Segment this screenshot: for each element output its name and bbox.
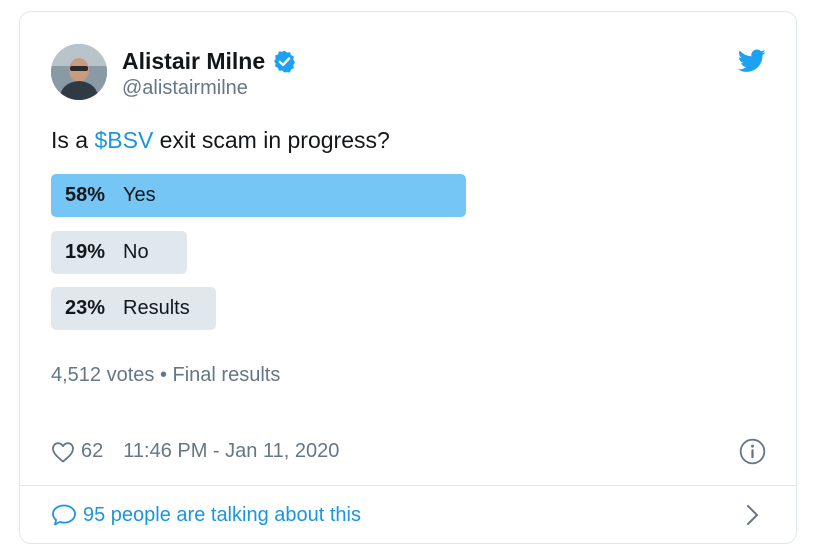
heart-icon[interactable]	[51, 441, 75, 463]
poll-option: 58% Yes	[51, 174, 467, 217]
poll-summary: 4,512 votes • Final results	[51, 364, 281, 386]
poll-option: 19% No	[51, 231, 188, 274]
conversation-link[interactable]: 95 people are talking about this	[51, 503, 361, 527]
author-handle[interactable]: @alistairmilne	[122, 77, 248, 100]
question-prefix: Is a	[51, 127, 95, 153]
like-count[interactable]: 62	[81, 440, 103, 463]
tweet-timestamp[interactable]: 11:46 PM - Jan 11, 2020	[123, 440, 339, 463]
conversation-label[interactable]: 95 people are talking about this	[83, 504, 361, 527]
tweet-stats: 62 11:46 PM - Jan 11, 2020	[51, 440, 339, 463]
tweet-text: Is a $BSV exit scam in progress?	[51, 127, 390, 154]
divider	[20, 485, 796, 486]
poll-option-label: Results	[123, 297, 190, 319]
speech-bubble-icon	[52, 504, 76, 526]
verified-badge-icon	[274, 50, 296, 73]
tweet-card[interactable]: Alistair Milne @alistairmilne Is a $BSV …	[19, 11, 797, 544]
chevron-right-icon[interactable]	[746, 504, 760, 526]
avatar-image	[51, 44, 107, 100]
poll-option: 23% Results	[51, 287, 216, 330]
avatar[interactable]	[51, 44, 107, 100]
info-icon[interactable]	[739, 438, 766, 465]
twitter-bird-icon[interactable]	[738, 49, 766, 73]
author-name-row: Alistair Milne	[122, 48, 297, 75]
poll-option-percent: 23%	[65, 297, 106, 319]
cashtag-link[interactable]: $BSV	[94, 127, 153, 153]
poll-option-label: Yes	[123, 184, 156, 206]
author-name[interactable]: Alistair Milne	[122, 48, 265, 75]
poll-option-percent: 58%	[65, 184, 106, 206]
question-suffix: exit scam in progress?	[153, 127, 390, 153]
poll-option-label: No	[123, 241, 149, 263]
poll-option-percent: 19%	[65, 241, 106, 263]
